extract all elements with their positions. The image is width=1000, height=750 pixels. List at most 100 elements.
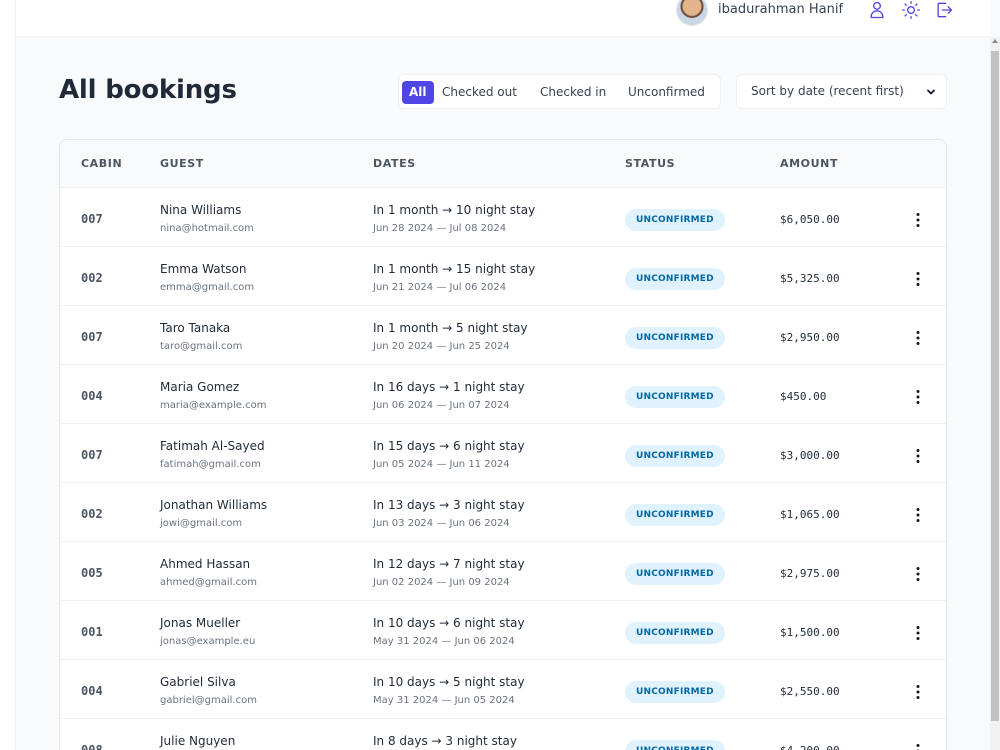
- filter-unconfirmed-button[interactable]: Unconfirmed: [624, 81, 709, 104]
- filter-all-button[interactable]: All: [402, 81, 434, 104]
- guest-name: Nina Williams: [160, 203, 242, 217]
- guest-email: emma@gmail.com: [160, 282, 255, 293]
- status-badge: UNCONFIRMED: [625, 209, 725, 231]
- guest-email: taro@gmail.com: [160, 341, 243, 352]
- booking-amount: $450.00: [780, 390, 827, 403]
- cabin-number: 007: [81, 330, 103, 344]
- column-header-amount: AMOUNT: [780, 157, 839, 170]
- table-row: 007 Nina Williams nina@hotmail.com In 1 …: [60, 188, 946, 247]
- stay-date-range: Jun 28 2024 — Jul 08 2024: [373, 223, 507, 234]
- stay-summary: In 8 days → 3 night stay: [373, 734, 517, 748]
- user-icon[interactable]: [867, 0, 887, 20]
- table-row: 004 Gabriel Silva gabriel@gmail.com In 1…: [60, 660, 946, 719]
- column-header-guest: GUEST: [160, 157, 204, 170]
- column-header-dates: DATES: [373, 157, 416, 170]
- page-title: All bookings: [59, 75, 237, 105]
- logout-icon[interactable]: [934, 0, 954, 20]
- table-row: 002 Emma Watson emma@gmail.com In 1 mont…: [60, 247, 946, 306]
- user-name: ibadurahman Hanif: [718, 2, 844, 17]
- column-header-status: STATUS: [625, 157, 676, 170]
- status-badge: UNCONFIRMED: [625, 740, 725, 750]
- more-options-icon[interactable]: [908, 623, 928, 643]
- sidebar-edge: [0, 0, 16, 750]
- booking-amount: $2,550.00: [780, 685, 840, 698]
- stay-date-range: Jun 05 2024 — Jun 11 2024: [373, 459, 510, 470]
- stay-summary: In 1 month → 15 night stay: [373, 262, 536, 276]
- guest-email: jowi@gmail.com: [160, 518, 243, 529]
- status-badge: UNCONFIRMED: [625, 504, 725, 526]
- guest-name: Gabriel Silva: [160, 675, 236, 689]
- status-badge: UNCONFIRMED: [625, 386, 725, 408]
- guest-email: nina@hotmail.com: [160, 223, 254, 234]
- guest-email: gabriel@gmail.com: [160, 695, 257, 706]
- chevron-down-icon: [925, 86, 937, 98]
- more-options-icon[interactable]: [908, 446, 928, 466]
- cabin-number: 002: [81, 271, 103, 285]
- filter-checked-in-button[interactable]: Checked in: [536, 81, 610, 104]
- bookings-table: CABIN GUEST DATES STATUS AMOUNT 007 Nina…: [59, 139, 947, 750]
- stay-summary: In 13 days → 3 night stay: [373, 498, 525, 512]
- guest-name: Maria Gomez: [160, 380, 240, 394]
- scroll-up-arrow-icon[interactable]: [992, 39, 998, 43]
- more-options-icon[interactable]: [908, 328, 928, 348]
- sort-select[interactable]: Sort by date (recent first): [736, 74, 947, 109]
- stay-summary: In 10 days → 5 night stay: [373, 675, 525, 689]
- status-badge: UNCONFIRMED: [625, 327, 725, 349]
- scrollbar-thumb[interactable]: [991, 51, 999, 721]
- status-badge: UNCONFIRMED: [625, 445, 725, 467]
- more-options-icon[interactable]: [908, 210, 928, 230]
- guest-name: Jonas Mueller: [160, 616, 241, 630]
- column-header-cabin: CABIN: [81, 157, 123, 170]
- status-badge: UNCONFIRMED: [625, 268, 725, 290]
- table-row: 005 Ahmed Hassan ahmed@gmail.com In 12 d…: [60, 542, 946, 601]
- stay-date-range: Jun 03 2024 — Jun 06 2024: [373, 518, 510, 529]
- booking-amount: $2,975.00: [780, 567, 840, 580]
- stay-summary: In 1 month → 10 night stay: [373, 203, 536, 217]
- guest-name: Ahmed Hassan: [160, 557, 251, 571]
- booking-amount: $6,050.00: [780, 213, 840, 226]
- app-header: ibadurahman Hanif: [16, 0, 990, 37]
- more-options-icon[interactable]: [908, 682, 928, 702]
- avatar: [676, 0, 708, 26]
- more-options-icon[interactable]: [908, 269, 928, 289]
- stay-summary: In 16 days → 1 night stay: [373, 380, 525, 394]
- sun-icon[interactable]: [901, 0, 921, 20]
- stay-summary: In 1 month → 5 night stay: [373, 321, 528, 335]
- stay-date-range: Jun 20 2024 — Jun 25 2024: [373, 341, 510, 352]
- cabin-number: 004: [81, 684, 103, 698]
- table-row: 007 Fatimah Al-Sayed fatimah@gmail.com I…: [60, 424, 946, 483]
- more-options-icon[interactable]: [908, 387, 928, 407]
- cabin-number: 001: [81, 625, 103, 639]
- status-badge: UNCONFIRMED: [625, 563, 725, 585]
- booking-amount: $3,000.00: [780, 449, 840, 462]
- guest-name: Taro Tanaka: [160, 321, 231, 335]
- guest-email: jonas@example.eu: [160, 636, 256, 647]
- more-options-icon[interactable]: [908, 505, 928, 525]
- guest-email: maria@example.com: [160, 400, 267, 411]
- table-row: 008 Julie Nguyen In 8 days → 3 night sta…: [60, 719, 946, 750]
- guest-name: Fatimah Al-Sayed: [160, 439, 265, 453]
- booking-amount: $1,065.00: [780, 508, 840, 521]
- booking-amount: $2,950.00: [780, 331, 840, 344]
- guest-name: Jonathan Williams: [160, 498, 268, 512]
- stay-summary: In 15 days → 6 night stay: [373, 439, 525, 453]
- stay-date-range: Jun 06 2024 — Jun 07 2024: [373, 400, 510, 411]
- stay-summary: In 10 days → 6 night stay: [373, 616, 525, 630]
- stay-date-range: May 31 2024 — Jun 05 2024: [373, 695, 515, 706]
- table-header: CABIN GUEST DATES STATUS AMOUNT: [60, 140, 946, 188]
- booking-amount: $5,325.00: [780, 272, 840, 285]
- more-options-icon[interactable]: [908, 741, 928, 750]
- table-row: 004 Maria Gomez maria@example.com In 16 …: [60, 365, 946, 424]
- status-badge: UNCONFIRMED: [625, 681, 725, 703]
- filter-checked-out-button[interactable]: Checked out: [438, 81, 521, 104]
- guest-email: ahmed@gmail.com: [160, 577, 258, 588]
- stay-date-range: May 31 2024 — Jun 06 2024: [373, 636, 515, 647]
- booking-amount: $1,500.00: [780, 626, 840, 639]
- more-options-icon[interactable]: [908, 564, 928, 584]
- cabin-number: 005: [81, 566, 103, 580]
- guest-name: Julie Nguyen: [160, 734, 236, 748]
- scrollbar[interactable]: [990, 37, 1000, 750]
- table-row: 007 Taro Tanaka taro@gmail.com In 1 mont…: [60, 306, 946, 365]
- sort-select-value: Sort by date (recent first): [751, 84, 904, 98]
- stay-date-range: Jun 02 2024 — Jun 09 2024: [373, 577, 510, 588]
